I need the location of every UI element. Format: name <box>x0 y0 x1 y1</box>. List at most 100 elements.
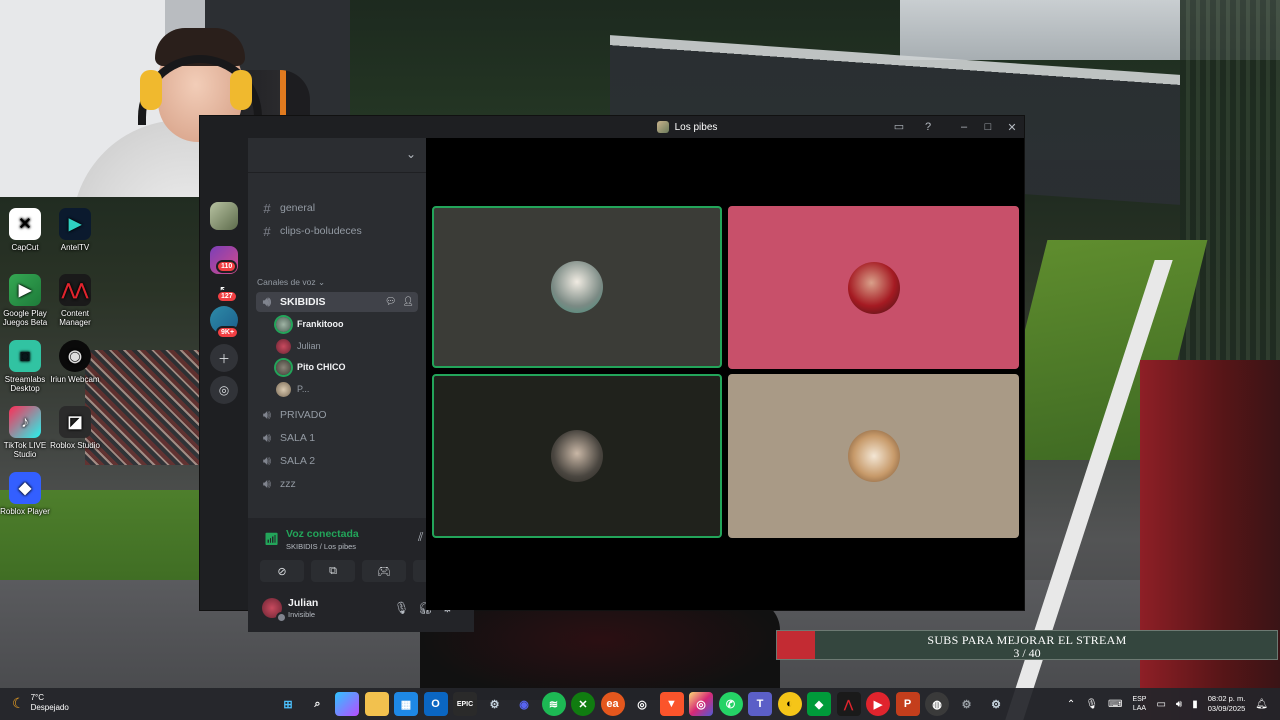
username[interactable]: Julian <box>288 597 318 609</box>
powerpoint-icon[interactable]: P <box>895 692 920 716</box>
desktop-icon-google-play-games[interactable]: ▶ Google Play Juegos Beta <box>0 274 53 327</box>
file-explorer-icon[interactable] <box>364 692 389 716</box>
chevron-up-icon[interactable]: ⌃ <box>1067 699 1075 710</box>
channel-name: SKIBIDIS <box>280 296 326 308</box>
whatsapp-icon[interactable]: ✆ <box>718 692 743 716</box>
voice-user-name: P... <box>297 384 310 394</box>
noise-suppression-icon[interactable]: ⫽ <box>418 530 423 545</box>
roblox-player-icon: ◆ <box>9 472 41 504</box>
server-los-pibes[interactable] <box>210 202 238 230</box>
server-header[interactable]: ⌄ <box>248 138 426 173</box>
voice-channel-privado[interactable]: 🔊︎ PRIVADO <box>256 405 418 425</box>
close-icon[interactable]: ✕ <box>1000 121 1024 134</box>
screen-share-button[interactable]: ⧉ <box>311 560 355 582</box>
voice-status[interactable]: Voz conectada <box>286 528 359 540</box>
brazil-app-icon[interactable]: ◆ <box>807 692 831 716</box>
notifications-icon[interactable]: 🔔︎ <box>1255 699 1268 710</box>
language-indicator[interactable]: ESP LAA <box>1132 695 1146 713</box>
obs-icon[interactable]: ◎ <box>630 692 654 716</box>
weather-widget[interactable]: ☾ 7°C Despejado <box>12 693 69 713</box>
steam-running-icon[interactable]: ⚙ <box>984 692 1008 716</box>
voice-channel-sala-2[interactable]: 🔊︎ SALA 2 <box>256 451 418 471</box>
clock-date: 03/09/2025 <box>1207 704 1246 713</box>
windows-start-icon[interactable]: ⊞ <box>276 692 300 716</box>
voice-user[interactable]: Frankitooo <box>276 315 344 333</box>
avatar <box>276 381 291 397</box>
microphone-tray-icon[interactable]: 🎙︎ <box>1085 699 1098 710</box>
desktop-icon-roblox-player[interactable]: ◆ Roblox Player <box>0 472 53 516</box>
keyboard-icon[interactable]: ⌨ <box>1108 699 1122 710</box>
voice-channel-zzz[interactable]: 🔊︎ zzz <box>256 474 418 494</box>
microsoft-store-icon[interactable]: ▦ <box>394 692 418 716</box>
brave-icon[interactable]: ▼ <box>659 692 684 716</box>
help-icon[interactable]: ? <box>921 120 935 134</box>
desktop-icon-streamlabs[interactable]: ◙ Streamlabs Desktop <box>0 340 53 393</box>
desktop-icon-label: CapCut <box>11 243 39 252</box>
invite-user-icon[interactable]: 👤︎ <box>403 296 414 307</box>
language-code: ESP <box>1132 696 1147 703</box>
wallpaper-race-car <box>420 600 780 700</box>
avatar <box>276 316 291 332</box>
obs-studio-icon[interactable]: ◍ <box>925 692 949 716</box>
teams-icon[interactable]: T <box>748 692 772 716</box>
headset-ear-left <box>140 70 162 110</box>
voice-user[interactable]: Julian <box>276 337 321 355</box>
clock[interactable]: 08:02 p. m. 03/09/2025 <box>1208 694 1246 714</box>
voice-location[interactable]: SKIBIDIS / Los pibes <box>286 542 356 551</box>
camera-button[interactable]: ⊘ <box>260 560 304 582</box>
category-voice-channels[interactable]: Canales de voz ⌄ <box>257 277 325 288</box>
network-icon[interactable]: ▭ <box>1156 699 1165 710</box>
inbox-icon[interactable]: ▭ <box>892 120 906 134</box>
copilot-icon[interactable] <box>335 692 359 716</box>
outlook-icon[interactable]: O <box>423 692 448 716</box>
desktop-icon-content-manager[interactable]: ⋀⋀ Content Manager <box>47 274 103 327</box>
xbox-icon[interactable]: ✕ <box>571 692 595 716</box>
activity-button[interactable]: 🎮︎ <box>362 560 406 582</box>
desktop-icon-capcut[interactable]: ✕ CapCut <box>0 208 53 252</box>
capcut-icon: ✕ <box>9 208 41 240</box>
instagram-icon[interactable]: ◎ <box>689 692 713 716</box>
taskbar-apps: ⊞ ⌕ ▦ O EPIC ⚙ ◉ ≋ ✕ ea ◎ ▼ ◎ ✆ T ◐ ◆ ⋀ … <box>276 692 1008 716</box>
keyboard-layout: LAA <box>1132 705 1147 712</box>
volume-icon[interactable]: 🔊︎ <box>1176 699 1182 710</box>
desktop-icon-iriun-webcam[interactable]: ◉ Iriun Webcam <box>47 340 103 384</box>
weather-temp: 7°C <box>30 693 44 702</box>
voice-channel-sala-1[interactable]: 🔊︎ SALA 1 <box>256 428 418 448</box>
voice-user[interactable]: P... <box>276 380 309 398</box>
channel-general[interactable]: # general <box>256 198 418 218</box>
content-manager-icon[interactable]: ⋀ <box>836 692 861 716</box>
desktop-icon-tiktok-live[interactable]: ♪ TikTok LIVE Studio <box>0 406 53 459</box>
channel-name: SALA 1 <box>280 432 316 444</box>
add-server-icon[interactable]: ＋ <box>210 344 238 372</box>
epic-games-icon[interactable]: EPIC <box>453 692 477 716</box>
participant-tile[interactable] <box>728 206 1019 369</box>
chat-bubble-icon[interactable]: 💬︎ <box>385 296 396 307</box>
media-player-icon[interactable]: ▶ <box>866 692 890 716</box>
minimize-icon[interactable]: – <box>952 121 976 133</box>
user-status[interactable]: Invisible <box>288 610 315 619</box>
explore-icon[interactable]: ◎ <box>210 376 238 404</box>
google-play-games-icon: ▶ <box>9 274 41 306</box>
desktop-icon-roblox-studio[interactable]: ◪ Roblox Studio <box>47 406 103 450</box>
participant-tile[interactable] <box>432 206 722 368</box>
voice-user[interactable]: Pito CHICO <box>276 358 346 376</box>
battery-icon[interactable]: ▮ <box>1192 699 1198 710</box>
settings-icon[interactable]: ⚙ <box>955 692 979 716</box>
hash-icon: # <box>263 200 271 216</box>
steam-icon[interactable]: ⚙ <box>483 692 507 716</box>
channel-clips[interactable]: # clips-o-boludeces <box>256 221 418 241</box>
gamepad-icon: 🎮︎ <box>377 565 391 578</box>
participant-tile[interactable] <box>432 374 722 538</box>
content-manager-icon: ⋀⋀ <box>59 274 91 306</box>
signal-icon[interactable]: 📶︎ <box>264 532 279 546</box>
system-tray: ⌃ 🎙︎ ⌨ ESP LAA ▭ 🔊︎ ▮ 08:02 p. m. 03/09/… <box>1067 692 1268 716</box>
microphone-icon[interactable]: 🎙︎ <box>394 601 409 615</box>
spotify-icon[interactable]: ≋ <box>541 692 566 716</box>
desktop-icon-anteltv[interactable]: ▶ AntelTV <box>47 208 103 252</box>
app-icon[interactable]: ◐ <box>777 692 802 716</box>
search-icon[interactable]: ⌕ <box>306 692 330 716</box>
ea-app-icon[interactable]: ea <box>600 692 625 716</box>
discord-icon[interactable]: ◉ <box>512 692 536 716</box>
maximize-icon[interactable]: □ <box>976 121 1000 133</box>
participant-tile[interactable] <box>728 374 1019 538</box>
